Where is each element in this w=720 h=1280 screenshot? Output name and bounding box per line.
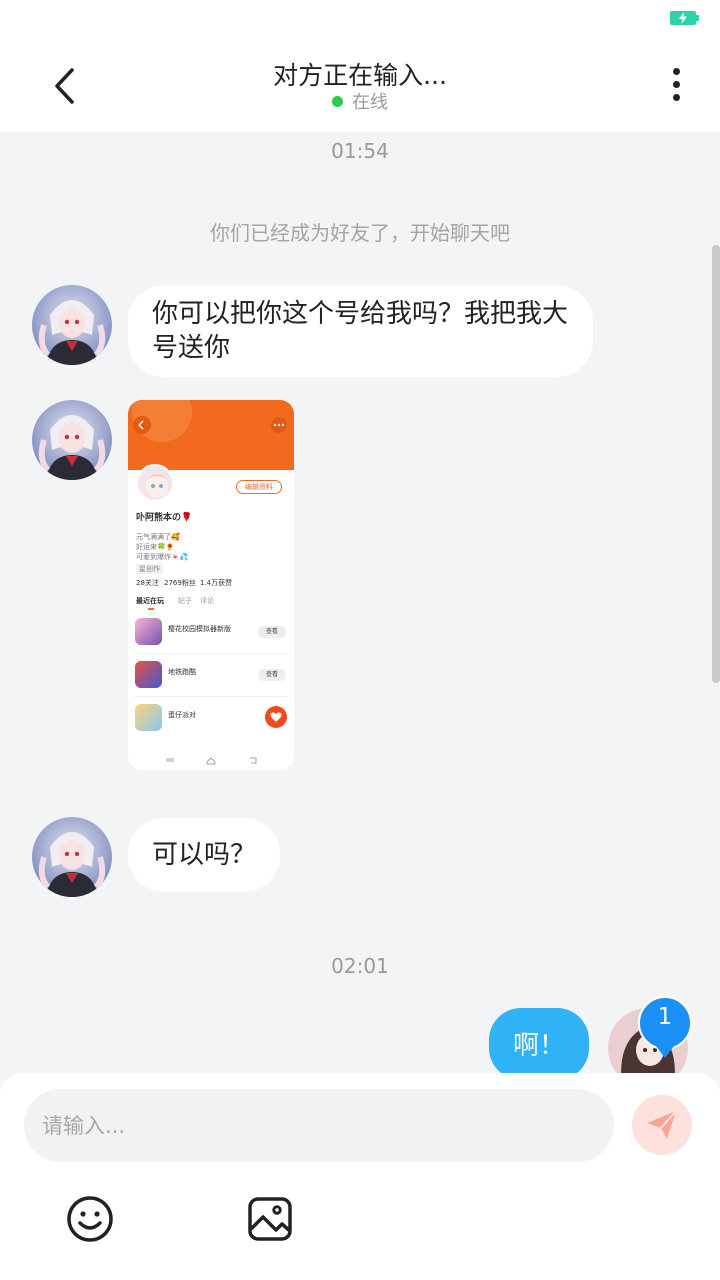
- unread-badge[interactable]: 1: [638, 996, 692, 1058]
- online-status: 在线: [0, 88, 720, 114]
- contact-avatar[interactable]: [32, 285, 112, 365]
- screenshot-bio: 好运来🍀🌻: [136, 543, 175, 551]
- system-notice: 你们已经成为好友了，开始聊天吧: [210, 221, 510, 245]
- more-icon: [673, 68, 680, 75]
- my-message-bubble[interactable]: 啊！: [489, 1008, 590, 1080]
- timestamp: 01:54: [331, 139, 389, 163]
- screenshot-navbar: [128, 750, 294, 770]
- screenshot-stat: 28关注: [136, 579, 159, 587]
- message-text: 你可以把你这个号给我吗？我把我大号送你: [152, 299, 569, 363]
- screenshot-app-icon: [135, 704, 162, 731]
- more-icon-dot: [673, 94, 680, 101]
- scrollbar-thumb[interactable]: [712, 245, 720, 683]
- screenshot-divider: [134, 653, 290, 654]
- more-button[interactable]: [660, 66, 692, 106]
- screenshot-edit-label: 编辑资料: [245, 483, 273, 491]
- screenshot-stat: 1.4万获赞: [200, 579, 233, 587]
- emoji-button[interactable]: [66, 1195, 114, 1247]
- screenshot-bio: 元气满满了🥰: [136, 533, 180, 541]
- timestamp: 02:01: [331, 954, 389, 978]
- chat-header: 对方正在输入... 在线: [0, 36, 720, 132]
- contact-avatar[interactable]: [32, 817, 112, 897]
- screenshot-app-button: 查看: [258, 626, 286, 638]
- image-message[interactable]: 编辑资料 卟阿熊本の🌹 元气满满了🥰 好运来🍀🌻 可爱到爆炸🍬💦 星创作 28关…: [128, 400, 294, 770]
- image-icon: [248, 1197, 292, 1241]
- screenshot-tab: 评论: [200, 597, 214, 605]
- status-bar: [0, 0, 720, 36]
- screenshot-tag: 星创作: [136, 564, 163, 574]
- screenshot-tab: 帖子: [178, 597, 192, 605]
- screenshot-avatar: [136, 464, 174, 502]
- chat-title: 对方正在输入...: [273, 61, 447, 90]
- battery-charging-icon: [670, 11, 699, 25]
- emoji-icon: [67, 1196, 113, 1242]
- message-bubble[interactable]: 可以吗？: [128, 818, 281, 892]
- screenshot-nickname: 卟阿熊本の🌹: [136, 513, 193, 523]
- screenshot-stat: 2769粉丝: [164, 579, 196, 587]
- message-bubble[interactable]: 你可以把你这个号给我吗？我把我大号送你: [128, 285, 593, 377]
- more-icon-dot: [673, 81, 680, 88]
- message-input[interactable]: [24, 1089, 614, 1162]
- screenshot-app-button-label: 查看: [265, 671, 278, 678]
- composer-panel: [0, 1073, 720, 1280]
- screenshot-app-button-label: 查看: [265, 628, 278, 635]
- screenshot-app-icon: [135, 618, 162, 645]
- screenshot-app-name: 蛋仔派对: [168, 711, 196, 719]
- screenshot-tab-indicator: [148, 608, 154, 610]
- online-status-label: 在线: [352, 92, 388, 113]
- screenshot-app-name: 樱花校园模拟器新版: [168, 625, 231, 633]
- send-icon: [647, 1110, 677, 1139]
- screenshot-divider: [134, 696, 290, 697]
- contact-avatar[interactable]: [32, 400, 112, 480]
- screenshot-float-heart: [265, 706, 287, 728]
- screenshot-app-button: 查看: [258, 669, 286, 681]
- message-text: 可以吗？: [152, 840, 257, 870]
- screenshot-app-name: 地铁跑酷: [168, 668, 196, 676]
- screenshot-tab: 最近在玩: [136, 597, 164, 605]
- unread-count: 1: [657, 1004, 673, 1030]
- screenshot-app-icon: [135, 661, 162, 688]
- image-button[interactable]: [246, 1195, 294, 1247]
- screenshot-edit-profile: 编辑资料: [236, 480, 282, 494]
- screenshot-bio: 可爱到爆炸🍬💦: [136, 553, 189, 561]
- message-text: 啊！: [513, 1031, 566, 1061]
- screenshot-header-banner: [128, 400, 294, 470]
- send-button[interactable]: [632, 1095, 692, 1155]
- online-dot: [332, 96, 343, 107]
